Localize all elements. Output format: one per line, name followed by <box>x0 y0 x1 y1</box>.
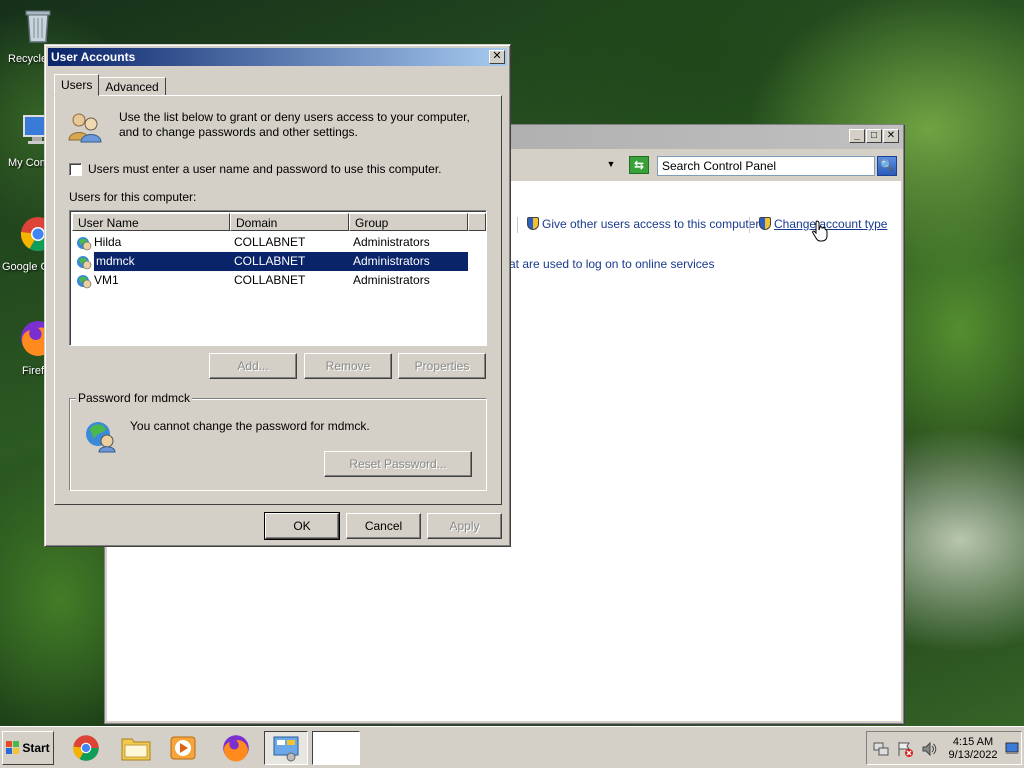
action-center-flag-icon[interactable] <box>897 741 913 757</box>
search-icon[interactable]: 🔍 <box>877 156 897 176</box>
intro-text: Use the list below to grant or deny user… <box>119 110 470 139</box>
taskbar-control-panel[interactable] <box>264 731 308 765</box>
uac-shield-icon <box>527 217 539 230</box>
clock-time: 4:15 AM <box>952 736 994 748</box>
dialog-titlebar[interactable]: User Accounts ✕ <box>48 48 507 66</box>
tab-bar: Users Advanced <box>54 74 166 96</box>
refresh-icon[interactable]: ⇆ <box>629 156 649 174</box>
clock-date: 9/13/2022 <box>948 749 998 761</box>
users-list-header: User Name Domain Group <box>72 213 486 231</box>
user-globe-icon <box>86 422 116 453</box>
users-tab-panel: Use the list below to grant or deny user… <box>54 95 502 505</box>
users-icon <box>68 113 102 143</box>
column-user-name[interactable]: User Name <box>72 213 230 231</box>
column-filler <box>468 213 486 231</box>
windows-logo-icon <box>6 741 20 754</box>
user-icon <box>77 274 92 289</box>
task-separator <box>517 217 518 233</box>
tab-users[interactable]: Users <box>54 74 100 96</box>
table-row[interactable]: mdmck COLLABNET Administrators <box>72 251 468 272</box>
media-player-icon <box>170 736 196 760</box>
require-login-label: Users must enter a user name and passwor… <box>88 162 442 176</box>
task-separator <box>749 217 750 233</box>
password-group-label: Password for mdmck <box>76 391 193 405</box>
uac-shield-icon <box>759 217 771 230</box>
taskbar: Start 4:15 AM 9/13/2022 <box>0 726 1024 768</box>
table-row[interactable]: VM1 COLLABNET Administrators <box>72 271 468 290</box>
taskbar-file-explorer[interactable] <box>114 731 158 765</box>
password-groupbox: Password for mdmck You cannot change the… <box>69 391 487 491</box>
show-desktop-icon[interactable] <box>1005 741 1019 755</box>
taskbar-chrome[interactable] <box>64 731 108 765</box>
add-button[interactable]: Add... <box>209 353 297 379</box>
volume-icon[interactable] <box>921 741 937 757</box>
require-login-checkbox[interactable] <box>69 162 82 176</box>
password-message: You cannot change the password for mdmck… <box>130 419 370 433</box>
cancel-button[interactable]: Cancel <box>346 513 421 539</box>
system-tray: 4:15 AM 9/13/2022 <box>866 731 1022 765</box>
dialog-close-button[interactable]: ✕ <box>489 50 505 64</box>
search-input[interactable]: Search Control Panel <box>657 156 875 176</box>
give-access-link[interactable]: Give other users access to this computer <box>527 217 759 231</box>
apply-button[interactable]: Apply <box>427 513 502 539</box>
users-list-label: Users for this computer: <box>69 190 197 204</box>
dialog-title: User Accounts <box>51 50 136 64</box>
reset-password-button[interactable]: Reset Password... <box>324 451 472 477</box>
column-group[interactable]: Group <box>349 213 468 231</box>
hand-cursor-icon <box>812 220 828 242</box>
close-button[interactable]: ✕ <box>883 129 899 143</box>
table-row[interactable]: Hilda COLLABNET Administrators <box>72 233 468 252</box>
remove-button[interactable]: Remove <box>304 353 392 379</box>
address-dropdown-icon[interactable]: ▼ <box>605 159 617 171</box>
ok-button[interactable]: OK <box>264 512 340 540</box>
clock[interactable]: 4:15 AM 9/13/2022 <box>943 736 1003 762</box>
user-icon <box>77 255 92 270</box>
users-list[interactable]: User Name Domain Group Hilda COLLABNET A… <box>69 210 487 346</box>
require-login-row[interactable]: Users must enter a user name and passwor… <box>69 162 442 176</box>
network-icon[interactable] <box>873 741 889 757</box>
minimize-button[interactable]: _ <box>849 129 865 143</box>
taskbar-user-accounts[interactable] <box>312 731 360 765</box>
start-button[interactable]: Start <box>2 731 54 765</box>
taskbar-media-player[interactable] <box>162 731 206 765</box>
user-icon <box>77 236 92 251</box>
maximize-button[interactable]: □ <box>866 129 882 143</box>
firefox-icon <box>223 735 249 762</box>
tab-advanced[interactable]: Advanced <box>98 77 166 96</box>
column-domain[interactable]: Domain <box>230 213 349 231</box>
taskbar-firefox[interactable] <box>214 731 258 765</box>
properties-button[interactable]: Properties <box>398 353 486 379</box>
user-accounts-dialog[interactable]: User Accounts ✕ Users Advanced Use the l… <box>44 44 511 547</box>
online-services-link[interactable]: at are used to log on to online services <box>509 257 714 271</box>
recycle-bin-icon <box>25 10 51 43</box>
control-panel-icon <box>273 736 299 762</box>
folder-icon <box>121 738 151 761</box>
chrome-icon <box>73 735 99 761</box>
